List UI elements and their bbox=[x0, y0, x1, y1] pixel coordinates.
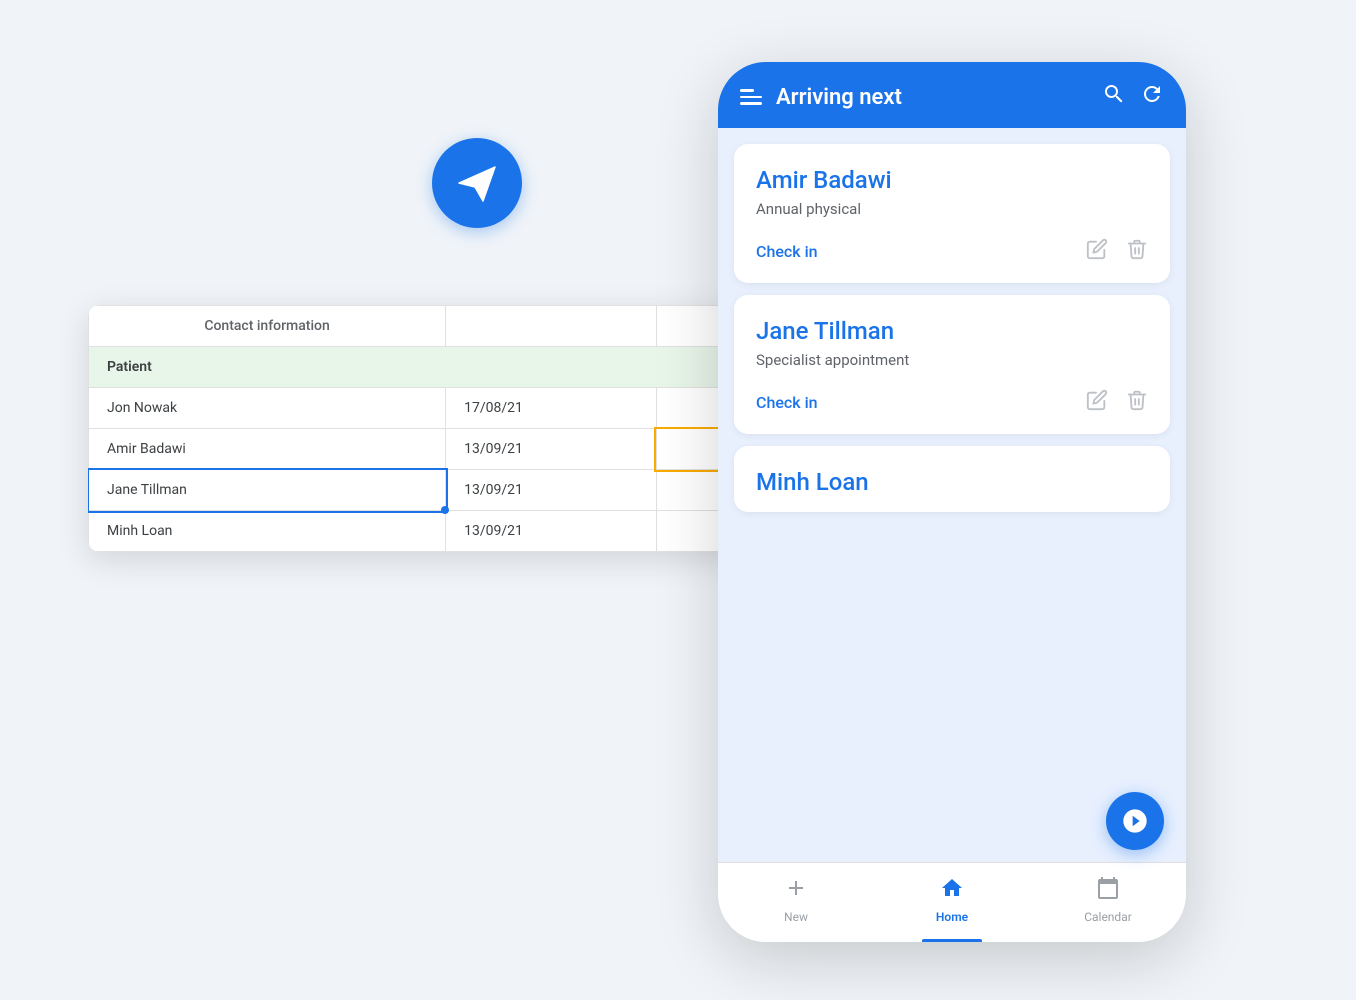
checkin-button[interactable]: Check in bbox=[756, 242, 818, 261]
patient-date-cell: 13/09/21 bbox=[446, 429, 657, 470]
patient-name-cell: Amir Badawi bbox=[89, 429, 446, 470]
patient-name: Amir Badawi bbox=[756, 166, 1148, 194]
phone-topbar: Arriving next bbox=[718, 62, 1186, 128]
phone-mockup: Arriving next Amir Badawi Annual physica… bbox=[718, 62, 1186, 942]
edit-icon[interactable] bbox=[1086, 389, 1108, 416]
table-row: Minh Loan 13/09/21 bbox=[89, 511, 738, 552]
search-icon[interactable] bbox=[1102, 82, 1126, 112]
patient-card-jane: Jane Tillman Specialist appointment Chec… bbox=[734, 295, 1170, 434]
home-icon bbox=[940, 876, 964, 906]
app-logo bbox=[432, 138, 522, 228]
refresh-icon[interactable] bbox=[1140, 82, 1164, 112]
patient-name: Minh Loan bbox=[756, 468, 1148, 496]
checkin-button[interactable]: Check in bbox=[756, 393, 818, 412]
patient-card-actions: Check in bbox=[756, 238, 1148, 265]
patient-card-actions: Check in bbox=[756, 389, 1148, 416]
patient-name-cell: Minh Loan bbox=[89, 511, 446, 552]
nav-active-indicator bbox=[922, 939, 982, 942]
table-row: Jon Nowak 17/08/21 bbox=[89, 388, 738, 429]
patient-card-amir: Amir Badawi Annual physical Check in bbox=[734, 144, 1170, 283]
nav-label-new: New bbox=[784, 910, 808, 924]
add-icon bbox=[784, 876, 808, 906]
screen-title: Arriving next bbox=[776, 85, 1088, 110]
patient-date-cell: 17/08/21 bbox=[446, 388, 657, 429]
nav-item-new[interactable]: New bbox=[718, 863, 874, 942]
section-header-row: Patient bbox=[89, 347, 738, 388]
patient-description: Annual physical bbox=[756, 200, 1148, 218]
patient-date-cell: 13/09/21 bbox=[446, 511, 657, 552]
patient-name-cell: Jon Nowak bbox=[89, 388, 446, 429]
action-icons bbox=[1086, 389, 1148, 416]
nav-label-home: Home bbox=[936, 910, 968, 924]
action-icons bbox=[1086, 238, 1148, 265]
phone-content: Amir Badawi Annual physical Check in bbox=[718, 128, 1186, 862]
patient-name-cell-blue[interactable]: Jane Tillman bbox=[89, 470, 446, 511]
nav-label-calendar: Calendar bbox=[1084, 910, 1132, 924]
fab-checkin-button[interactable] bbox=[1106, 792, 1164, 850]
menu-icon[interactable] bbox=[740, 89, 762, 105]
edit-icon[interactable] bbox=[1086, 238, 1108, 265]
col-header-2 bbox=[446, 306, 657, 347]
bottom-nav: New Home Calendar bbox=[718, 862, 1186, 942]
calendar-icon bbox=[1096, 876, 1120, 906]
table-row: Jane Tillman 13/09/21 bbox=[89, 470, 738, 511]
patient-date-cell: 13/09/21 bbox=[446, 470, 657, 511]
patient-name: Jane Tillman bbox=[756, 317, 1148, 345]
patient-description: Specialist appointment bbox=[756, 351, 1148, 369]
col-header-contact: Contact information bbox=[89, 306, 446, 347]
table-row: Amir Badawi 13/09/21 bbox=[89, 429, 738, 470]
nav-item-calendar[interactable]: Calendar bbox=[1030, 863, 1186, 942]
nav-item-home[interactable]: Home bbox=[874, 863, 1030, 942]
patient-card-minh-partial: Minh Loan bbox=[734, 446, 1170, 512]
delete-icon[interactable] bbox=[1126, 389, 1148, 416]
spreadsheet-card: Contact information Patient Jon Nowak 17… bbox=[88, 305, 738, 552]
delete-icon[interactable] bbox=[1126, 238, 1148, 265]
